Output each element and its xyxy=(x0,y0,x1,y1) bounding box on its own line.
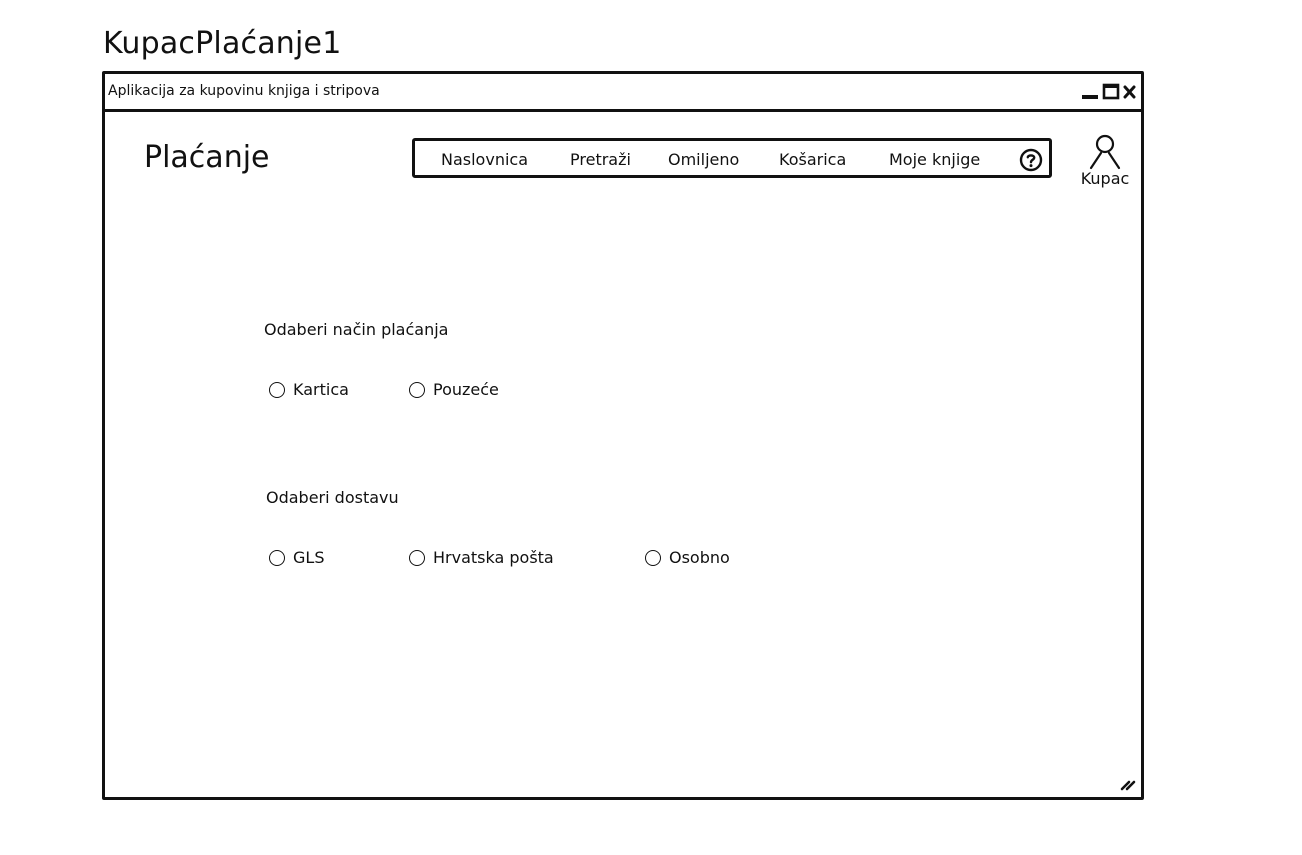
nav-item-moje-knjige[interactable]: Moje knjige xyxy=(889,150,980,170)
resize-grip-icon[interactable] xyxy=(1119,774,1137,792)
user-label: Kupac xyxy=(1080,169,1130,188)
radio-button[interactable] xyxy=(409,550,425,566)
radio-button[interactable] xyxy=(269,382,285,398)
window-titlebar: Aplikacija za kupovinu knjiga i stripova xyxy=(105,74,1141,112)
radio-button[interactable] xyxy=(269,550,285,566)
radio-payment-pouzece[interactable]: Pouzeće xyxy=(409,380,499,400)
radio-button[interactable] xyxy=(409,382,425,398)
radio-label: Hrvatska pošta xyxy=(433,548,554,567)
radio-label: GLS xyxy=(293,548,325,567)
user-menu[interactable]: Kupac xyxy=(1073,134,1137,194)
radio-button[interactable] xyxy=(645,550,661,566)
radio-delivery-osobno[interactable]: Osobno xyxy=(645,548,730,568)
main-navigation: Naslovnica Pretraži Omiljeno Košarica Mo… xyxy=(412,138,1052,178)
radio-label: Kartica xyxy=(293,380,349,399)
radio-label: Pouzeće xyxy=(433,380,499,399)
nav-item-kosarica[interactable]: Košarica xyxy=(779,150,846,170)
radio-payment-kartica[interactable]: Kartica xyxy=(269,380,349,400)
radio-label: Osobno xyxy=(669,548,730,567)
payment-method-label: Odaberi način plaćanja xyxy=(264,320,449,339)
maximize-icon[interactable] xyxy=(1102,82,1120,102)
nav-item-naslovnica[interactable]: Naslovnica xyxy=(441,150,528,170)
app-window: Aplikacija za kupovinu knjiga i stripova… xyxy=(102,71,1144,800)
delivery-method-label: Odaberi dostavu xyxy=(266,488,399,507)
close-icon[interactable] xyxy=(1123,82,1137,102)
nav-item-omiljeno[interactable]: Omiljeno xyxy=(668,150,739,170)
page-title: Plaćanje xyxy=(144,140,270,175)
user-icon xyxy=(1089,134,1121,170)
minimize-icon[interactable] xyxy=(1081,82,1099,102)
help-circle-icon[interactable] xyxy=(1019,148,1043,172)
radio-delivery-gls[interactable]: GLS xyxy=(269,548,324,568)
nav-item-pretrazi[interactable]: Pretraži xyxy=(570,150,631,170)
window-title: Aplikacija za kupovinu knjiga i stripova xyxy=(108,83,380,99)
mockup-title: KupacPlaćanje1 xyxy=(103,26,342,61)
window-controls xyxy=(1081,82,1137,102)
radio-delivery-hrvatska-posta[interactable]: Hrvatska pošta xyxy=(409,548,554,568)
